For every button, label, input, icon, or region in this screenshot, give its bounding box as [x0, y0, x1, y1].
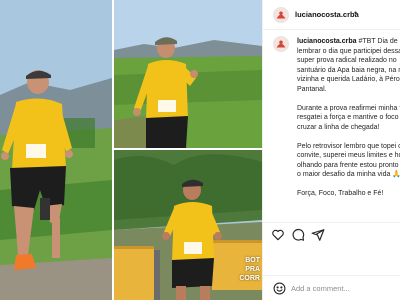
caption-avatar-image: [274, 37, 288, 51]
caption-line: Pelo retrovisor lembro que topei o: [297, 142, 400, 150]
share-icon[interactable]: [311, 228, 325, 242]
caption-line: super prova radical realizado no: [297, 57, 397, 64]
caption-line: santuário da Apa baia negra, na minha: [297, 66, 400, 74]
post-actions: [263, 222, 400, 244]
photo-overlay-text-3: CORR: [239, 275, 260, 282]
caption-avatar[interactable]: [273, 36, 289, 52]
post-caption: lucianocosta.crba #TBT Dia de lembrar o …: [297, 37, 400, 208]
caption-line: Durante a prova reafirmei minha força: [297, 104, 400, 112]
caption-paragraph-4: Força, Foco, Trabalho e Fé!: [297, 189, 400, 199]
caption-username[interactable]: lucianocosta.crba: [297, 38, 357, 45]
post-header: lucianocosta.crba •: [263, 0, 400, 30]
caption-line: olhando para frente estou pronto para: [297, 161, 400, 169]
caption-line: convite, superei meus limites e hoje: [297, 152, 400, 159]
caption-section: lucianocosta.crba #TBT Dia de lembrar o …: [263, 32, 400, 216]
post-side-panel: lucianocosta.crba • lucianocosta.crba #T…: [262, 0, 400, 300]
caption-line: vizinha e querida Ladário, à Pérola do: [297, 76, 400, 83]
post-media[interactable]: BOT PRA CORR: [0, 0, 262, 300]
runner-photo-1[interactable]: [0, 0, 112, 300]
heart-icon[interactable]: [271, 228, 285, 242]
caption-paragraph-1: lucianocosta.crba #TBT Dia de lembrar o …: [297, 37, 400, 94]
caption-paragraph-2: Durante a prova reafirmei minha força re…: [297, 104, 400, 133]
caption-line: #TBT Dia de: [358, 38, 398, 45]
caption-line: lembrar o dia que participei dessa: [297, 47, 400, 55]
runner-photo-1-image: [0, 0, 112, 300]
caption-line: o maior desafio da minha vida 🙏: [297, 171, 400, 178]
comment-icon[interactable]: [291, 228, 305, 242]
emoji-icon[interactable]: [273, 282, 286, 295]
caption-line: Pantanal.: [297, 85, 327, 93]
photo-overlay-text-2: PRA: [245, 266, 260, 273]
caption-paragraph-3: Pelo retrovisor lembro que topei o convi…: [297, 142, 400, 180]
caption-line: Força, Foco, Trabalho e Fé!: [297, 190, 384, 197]
runner-photo-2-image: [114, 0, 262, 148]
runner-photo-2[interactable]: [114, 0, 262, 148]
caption-line: cruzar a linha de chegada!: [297, 123, 380, 131]
photo-overlay-text-1: BOT: [245, 257, 260, 264]
comment-input[interactable]: [291, 281, 397, 296]
avatar-image: [274, 8, 288, 22]
post-author-username[interactable]: lucianocosta.crba: [295, 10, 359, 19]
header-separator: •: [354, 8, 358, 18]
avatar[interactable]: [273, 7, 289, 23]
add-comment-bar: [263, 275, 400, 300]
caption-line: resgatei a força e mantive o foco para: [297, 114, 400, 121]
